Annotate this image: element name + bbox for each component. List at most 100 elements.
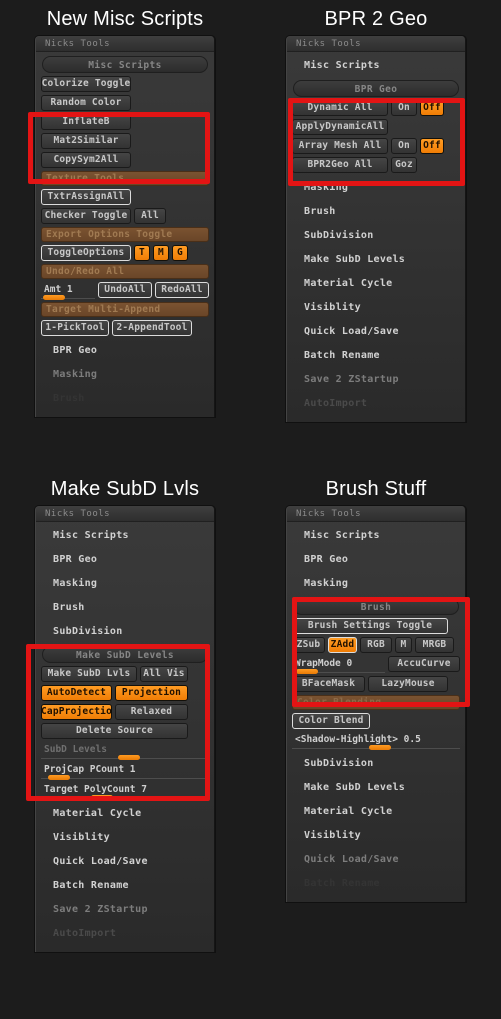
menu-item-batch-rename[interactable]: Batch Rename [41, 874, 209, 898]
button-g[interactable]: G [172, 245, 188, 261]
button-array-mesh-all[interactable]: Array Mesh All [292, 138, 388, 154]
button-row: Random Color [41, 95, 209, 111]
menu-item-save-2-zstartup[interactable]: Save 2 ZStartup [292, 368, 460, 392]
button-zsub[interactable]: ZSub [292, 637, 325, 653]
button-t[interactable]: T [134, 245, 150, 261]
button-on[interactable]: On [391, 100, 417, 116]
menu-item-quick-load-save[interactable]: Quick Load/Save [292, 848, 460, 872]
menu-item-bpr-geo[interactable]: BPR Geo [41, 339, 209, 363]
button-redoall[interactable]: RedoAll [155, 282, 209, 298]
slider-wrapmode-0[interactable]: WrapMode 0 [292, 656, 385, 674]
menu-item-misc-scripts[interactable]: Misc Scripts [292, 524, 460, 548]
menu-item-visiblity[interactable]: Visiblity [41, 826, 209, 850]
button-on[interactable]: On [391, 138, 417, 154]
button-copysym2all[interactable]: CopySym2All [41, 152, 131, 168]
menu-item-misc-scripts[interactable]: Misc Scripts [41, 524, 209, 548]
button-mrgb[interactable]: MRGB [415, 637, 454, 653]
menu-item-material-cycle[interactable]: Material Cycle [292, 272, 460, 296]
menu-item-bpr-geo[interactable]: BPR Geo [292, 548, 460, 572]
button-autodetect[interactable]: AutoDetect [41, 685, 112, 701]
menu-item-masking[interactable]: Masking [41, 572, 209, 596]
menu-item-autoimport[interactable]: AutoImport [292, 392, 460, 416]
button-2-appendtool[interactable]: 2-AppendTool [112, 320, 192, 336]
slider-shadow-highlight-0-5[interactable]: <Shadow-Highlight> 0.5 [292, 732, 460, 750]
button-brush-settings-toggle[interactable]: Brush Settings Toggle [292, 618, 448, 634]
button-lazymouse[interactable]: LazyMouse [368, 676, 448, 692]
button-off[interactable]: Off [420, 100, 444, 116]
button-applydynamicall[interactable]: ApplyDynamicAll [292, 119, 388, 135]
panel-title-1: New Misc Scripts [46, 8, 204, 30]
button-checker-toggle[interactable]: Checker Toggle [41, 208, 131, 224]
button-mat2similar[interactable]: Mat2Similar [41, 133, 131, 149]
panel-header[interactable]: Nicks Tools [36, 36, 214, 52]
button-color-blend[interactable]: Color Blend [292, 713, 370, 729]
button-projection[interactable]: Projection [115, 685, 188, 701]
button-toggleoptions[interactable]: ToggleOptions [41, 245, 131, 261]
menu-item-subdivision[interactable]: SubDivision [292, 224, 460, 248]
menu-item-material-cycle[interactable]: Material Cycle [41, 802, 209, 826]
button-row: Mat2Similar [41, 133, 209, 149]
slider-knob[interactable] [118, 755, 141, 760]
slider-knob[interactable] [369, 745, 392, 750]
panel-header[interactable]: Nicks Tools [287, 36, 465, 52]
slider-knob[interactable] [295, 669, 318, 674]
button-all[interactable]: All [134, 208, 166, 224]
menu-item-brush[interactable]: Brush [41, 387, 209, 411]
slider-projcap-pcount-1[interactable]: ProjCap PCount 1 [41, 762, 209, 780]
section-header-bpr-geo[interactable]: BPR Geo [293, 80, 459, 97]
menu-item-masking[interactable]: Masking [292, 176, 460, 200]
button-goz[interactable]: Goz [391, 157, 417, 173]
menu-item-bpr-geo[interactable]: BPR Geo [41, 548, 209, 572]
slider-knob[interactable] [91, 795, 114, 800]
button-m[interactable]: M [153, 245, 169, 261]
button-delete-source[interactable]: Delete Source [41, 723, 188, 739]
button-1-picktool[interactable]: 1-PickTool [41, 320, 109, 336]
button-txtrassignall[interactable]: TxtrAssignAll [41, 189, 131, 205]
slider-target-polycount-7[interactable]: Target PolyCount 7 [41, 782, 209, 800]
button-undoall[interactable]: UndoAll [98, 282, 152, 298]
panel-header[interactable]: Nicks Tools [36, 506, 214, 522]
section-header-misc-scripts[interactable]: Misc Scripts [42, 56, 208, 73]
button-bpr2geo-all[interactable]: BPR2Geo All [292, 157, 388, 173]
button-inflateb[interactable]: InflateB [41, 114, 131, 130]
menu-item-batch-rename[interactable]: Batch Rename [292, 344, 460, 368]
menu-item-subdivision[interactable]: SubDivision [41, 620, 209, 644]
menu-item-brush[interactable]: Brush [41, 596, 209, 620]
menu-item-visiblity[interactable]: Visiblity [292, 296, 460, 320]
menu-item-autoimport[interactable]: AutoImport [41, 922, 209, 946]
button-zadd[interactable]: ZAdd [328, 637, 357, 653]
menu-item-make-subd-levels[interactable]: Make SubD Levels [292, 776, 460, 800]
panel-body: Misc Scripts Colorize Toggle Random Color I… [36, 52, 214, 415]
menu-item-visiblity[interactable]: Visiblity [292, 824, 460, 848]
button-m[interactable]: M [395, 637, 412, 653]
button-random-color[interactable]: Random Color [41, 95, 131, 111]
button-dynamic-all[interactable]: Dynamic All [292, 100, 388, 116]
menu-item-subdivision[interactable]: SubDivision [292, 752, 460, 776]
section-header-brush[interactable]: Brush [293, 598, 459, 615]
button-all-vis[interactable]: All Vis [140, 666, 188, 682]
menu-item-quick-load-save[interactable]: Quick Load/Save [292, 320, 460, 344]
panel-header[interactable]: Nicks Tools [287, 506, 465, 522]
button-colorize-toggle[interactable]: Colorize Toggle [41, 76, 131, 92]
button-make-subd-lvls[interactable]: Make SubD Lvls [41, 666, 137, 682]
button-accucurve[interactable]: AccuCurve [388, 656, 460, 672]
section-header-make-subd-levels[interactable]: Make SubD Levels [42, 646, 208, 663]
menu-item-misc-scripts[interactable]: Misc Scripts [292, 54, 460, 78]
menu-item-batch-rename[interactable]: Batch Rename [292, 872, 460, 896]
menu-item-quick-load-save[interactable]: Quick Load/Save [41, 850, 209, 874]
slider-amt-1[interactable]: Amt 1 [41, 282, 95, 300]
menu-item-material-cycle[interactable]: Material Cycle [292, 800, 460, 824]
button-capprojectio[interactable]: CapProjectio [41, 704, 112, 720]
menu-item-masking[interactable]: Masking [292, 572, 460, 596]
button-rgb[interactable]: RGB [360, 637, 392, 653]
slider-knob[interactable] [47, 775, 70, 780]
menu-item-make-subd-levels[interactable]: Make SubD Levels [292, 248, 460, 272]
slider-subd-levels[interactable]: SubD Levels [41, 742, 209, 760]
button-off[interactable]: Off [420, 138, 444, 154]
menu-item-masking[interactable]: Masking [41, 363, 209, 387]
button-bfacemask[interactable]: BFaceMask [292, 676, 365, 692]
menu-item-brush[interactable]: Brush [292, 200, 460, 224]
menu-item-save-2-zstartup[interactable]: Save 2 ZStartup [41, 898, 209, 922]
button-relaxed[interactable]: Relaxed [115, 704, 188, 720]
slider-knob[interactable] [43, 295, 66, 300]
